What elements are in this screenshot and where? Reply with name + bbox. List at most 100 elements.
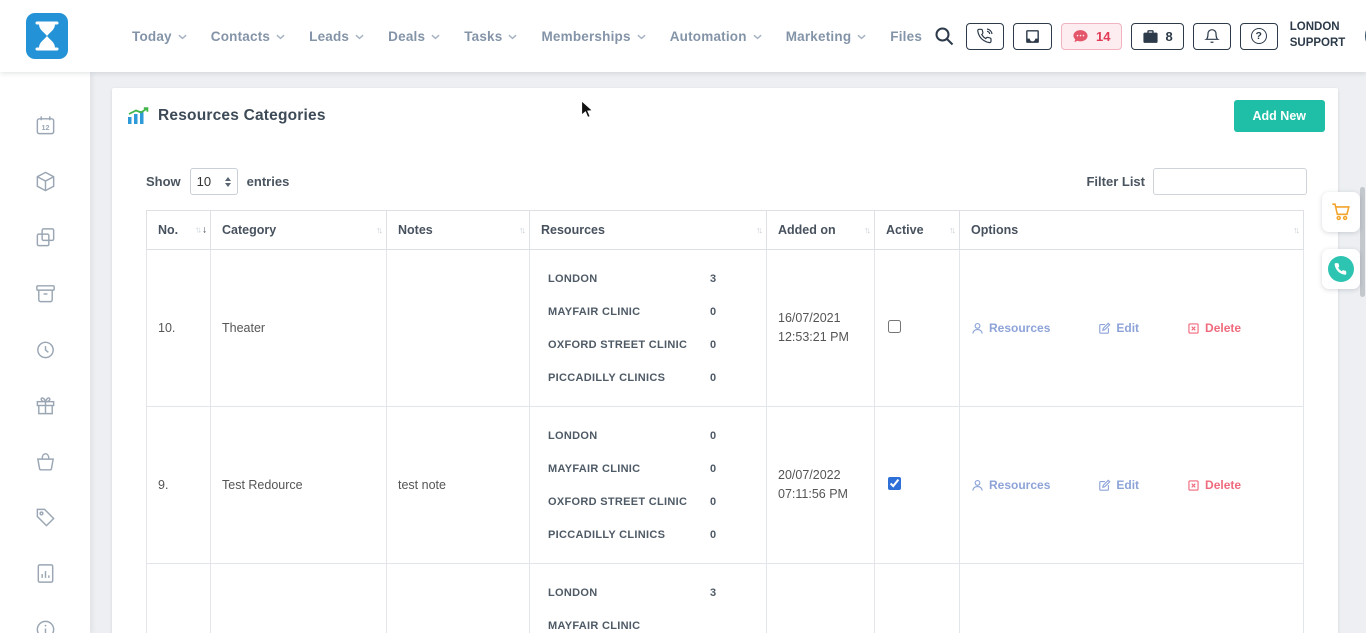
chevron-down-icon — [637, 34, 646, 40]
column-header-no[interactable]: No.↑↓↓ — [147, 211, 211, 250]
added-date: 20/07/2022 — [778, 466, 863, 485]
active-checkbox[interactable] — [888, 320, 901, 333]
help-button[interactable]: ? — [1240, 23, 1278, 50]
copy-icon — [34, 226, 57, 249]
resource-name: LONDON — [548, 273, 710, 285]
sort-icon: ↑↓ — [864, 225, 869, 235]
added-time: 12:53:21 PM — [778, 328, 863, 347]
column-header-active[interactable]: Active↑↓ — [875, 211, 960, 250]
sidebar-item-history[interactable] — [34, 338, 57, 361]
calendar-icon: 12 — [34, 114, 57, 137]
edit-link[interactable]: Edit — [1098, 321, 1139, 335]
chat-button[interactable]: 14 — [1061, 23, 1121, 50]
sidebar-item-info[interactable] — [34, 618, 57, 633]
nav-item-label: Automation — [670, 29, 747, 44]
sidebar-item-archive[interactable] — [34, 282, 57, 305]
delete-icon — [1187, 479, 1200, 492]
row-no: 10. — [147, 250, 211, 407]
main-content: Resources Categories Add New Show 10 ent… — [90, 72, 1366, 633]
sidebar-item-packages[interactable] — [34, 170, 57, 193]
resources-categories-card: Resources Categories Add New Show 10 ent… — [112, 88, 1338, 633]
row-options: Resources Edit Delete — [960, 407, 1304, 564]
nav-item-leads[interactable]: Leads — [297, 29, 376, 44]
column-header-notes[interactable]: Notes↑↓ — [387, 211, 530, 250]
delete-link[interactable]: Delete — [1187, 321, 1241, 335]
resource-count: 0 — [710, 372, 716, 384]
left-sidebar: 12 — [0, 72, 90, 633]
resource-count: 0 — [710, 529, 716, 541]
resource-count: 0 — [710, 496, 716, 508]
nav-item-today[interactable]: Today — [120, 29, 199, 44]
question-mark-icon: ? — [1251, 28, 1267, 44]
table-body: 10.TheaterLONDON3MAYFAIR CLINIC0OXFORD S… — [147, 250, 1304, 633]
nav-item-label: Leads — [309, 29, 349, 44]
delete-link[interactable]: Delete — [1187, 478, 1241, 492]
phone-button[interactable] — [966, 23, 1004, 50]
column-header-resources[interactable]: Resources↑↓ — [530, 211, 767, 250]
row-category — [211, 564, 387, 633]
add-new-button[interactable]: Add New — [1234, 100, 1325, 132]
table-controls: Show 10 entries Filter List — [146, 168, 1307, 195]
nav-item-files[interactable]: Files — [878, 29, 934, 44]
sidebar-item-copy[interactable] — [34, 226, 57, 249]
package-icon — [34, 170, 57, 193]
row-category: Test Redource — [211, 407, 387, 564]
column-header-added-on[interactable]: Added on↑↓ — [767, 211, 875, 250]
resources-link[interactable]: Resources — [971, 321, 1050, 335]
navbar-actions: 14 8 ? LONDON SUPPORT — [934, 17, 1366, 55]
resource-name: MAYFAIR CLINIC — [548, 306, 710, 318]
entries-select[interactable]: 10 — [190, 168, 238, 195]
edit-label: Edit — [1116, 321, 1139, 335]
sidebar-item-tags[interactable] — [34, 506, 57, 529]
chart-icon — [127, 107, 149, 125]
row-resources: LONDON3MAYFAIR CLINIC — [530, 564, 767, 633]
sidebar-item-gifts[interactable] — [34, 394, 57, 417]
scrollbar-thumb[interactable] — [1360, 187, 1365, 297]
resources-label: Resources — [989, 478, 1050, 492]
nav-item-automation[interactable]: Automation — [658, 29, 774, 44]
resource-name: LONDON — [548, 587, 710, 599]
resources-link[interactable]: Resources — [971, 478, 1050, 492]
briefcase-count-badge: 8 — [1166, 29, 1173, 44]
sort-icon: ↑↓ — [1293, 225, 1298, 235]
nav-item-deals[interactable]: Deals — [376, 29, 452, 44]
resource-count: 3 — [710, 273, 716, 285]
nav-item-contacts[interactable]: Contacts — [199, 29, 297, 44]
app-logo[interactable] — [26, 11, 68, 61]
sidebar-item-reports[interactable] — [34, 562, 57, 585]
resource-count: 0 — [710, 430, 716, 442]
resource-line: MAYFAIR CLINIC — [541, 609, 755, 633]
active-checkbox[interactable] — [888, 477, 901, 490]
row-added-on: 20/07/202207:11:56 PM — [767, 407, 875, 564]
sidebar-item-basket[interactable] — [34, 450, 57, 473]
column-header-options[interactable]: Options↑↓ — [960, 211, 1304, 250]
nav-item-tasks[interactable]: Tasks — [452, 29, 529, 44]
added-date: 16/07/2021 — [778, 309, 863, 328]
edit-link[interactable]: Edit — [1098, 478, 1139, 492]
notifications-button[interactable] — [1193, 23, 1231, 50]
resources-icon — [971, 322, 984, 335]
bell-icon — [1204, 28, 1220, 44]
cart-widget[interactable] — [1322, 192, 1360, 232]
column-header-category[interactable]: Category↑↓ — [211, 211, 387, 250]
nav-item-marketing[interactable]: Marketing — [774, 29, 879, 44]
chat-count-badge: 14 — [1096, 29, 1110, 44]
sidebar-item-calendar[interactable]: 12 — [34, 114, 57, 137]
hourglass-logo-icon — [26, 11, 68, 61]
briefcase-button[interactable]: 8 — [1131, 23, 1184, 50]
row-notes — [387, 250, 530, 407]
nav-item-memberships[interactable]: Memberships — [529, 29, 657, 44]
row-active — [875, 564, 960, 633]
filter-input[interactable] — [1153, 168, 1307, 195]
phone-widget[interactable] — [1322, 249, 1360, 289]
resource-line: PICCADILLY CLINICS0 — [541, 518, 755, 551]
row-no: 9. — [147, 407, 211, 564]
inbox-button[interactable] — [1013, 23, 1052, 50]
scrollbar[interactable] — [1360, 72, 1366, 633]
row-options — [960, 564, 1304, 633]
show-label: Show — [146, 174, 181, 189]
inbox-icon — [1024, 28, 1041, 45]
nav-item-label: Contacts — [211, 29, 270, 44]
search-icon[interactable] — [934, 26, 954, 46]
added-time: 07:11:56 PM — [778, 485, 863, 504]
